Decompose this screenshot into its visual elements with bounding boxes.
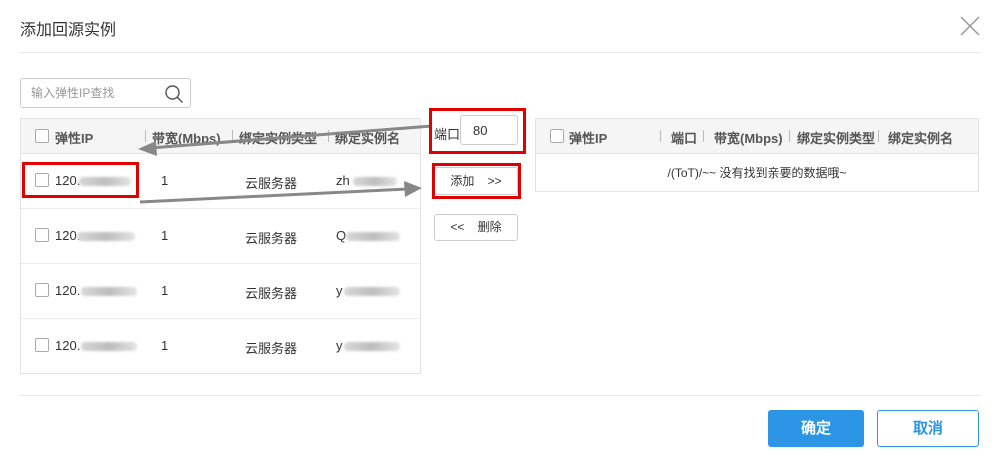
row-checkbox[interactable] <box>35 228 49 242</box>
delete-button[interactable]: << 删除 <box>434 214 518 241</box>
row-eip: 120. <box>55 173 81 188</box>
header-divider <box>20 52 980 53</box>
row-instance-type: 云服务器 <box>245 176 298 191</box>
selected-instances-table: 弹性IP 端口 带宽(Mbps) 绑定实例类型 绑定实例名 /(ToT)/~~ … <box>535 118 979 192</box>
search-box[interactable] <box>20 78 191 108</box>
column-header-instance-name: 绑定实例名 <box>888 131 954 146</box>
add-button[interactable]: 添加 >> <box>434 167 518 195</box>
column-separator <box>328 130 329 142</box>
select-all-checkbox[interactable] <box>550 129 564 143</box>
column-header-bandwidth: 带宽(Mbps) <box>152 131 221 146</box>
column-separator <box>789 130 790 142</box>
redacted-text <box>353 177 397 186</box>
row-instance-name: y <box>336 283 343 298</box>
row-instance-name: Q <box>336 228 347 243</box>
table-header: 弹性IP 带宽(Mbps) 绑定实例类型 绑定实例名 <box>21 119 420 154</box>
port-input[interactable] <box>460 115 518 145</box>
column-separator <box>145 130 146 142</box>
column-header-instance-name: 绑定实例名 <box>335 131 401 146</box>
redacted-text <box>344 287 400 296</box>
row-instance-name: zh <box>336 173 350 188</box>
column-separator <box>660 130 661 142</box>
row-instance-name: y <box>336 338 343 353</box>
row-eip: 120. <box>55 283 81 298</box>
search-input[interactable] <box>31 85 159 101</box>
table-row[interactable]: 120. 1 云服务器 Q <box>21 209 420 264</box>
row-bandwidth: 1 <box>161 338 169 353</box>
redacted-text <box>81 287 137 296</box>
row-bandwidth: 1 <box>161 283 169 298</box>
column-header-bandwidth: 带宽(Mbps) <box>714 131 783 146</box>
footer-divider <box>20 395 980 396</box>
redacted-text <box>346 232 400 241</box>
column-separator <box>703 130 704 142</box>
row-checkbox[interactable] <box>35 283 49 297</box>
column-separator <box>878 130 879 142</box>
search-icon[interactable] <box>164 84 184 104</box>
column-header-eip: 弹性IP <box>569 131 608 146</box>
row-bandwidth: 1 <box>161 173 169 188</box>
row-instance-type: 云服务器 <box>245 341 298 356</box>
empty-state-message: /(ToT)/~~ 没有找到亲要的数据哦~ <box>667 166 847 180</box>
select-all-checkbox[interactable] <box>35 129 49 143</box>
row-checkbox[interactable] <box>35 338 49 352</box>
column-header-port: 端口 <box>671 131 698 146</box>
column-header-instance-type: 绑定实例类型 <box>239 131 318 146</box>
available-instances-table: 弹性IP 带宽(Mbps) 绑定实例类型 绑定实例名 120. 1 云服务器 z… <box>20 118 421 374</box>
redacted-text <box>79 177 131 186</box>
table-row[interactable]: 120. 1 云服务器 y <box>21 264 420 319</box>
table-row[interactable]: 120. 1 云服务器 y <box>21 319 420 373</box>
row-eip: 120. <box>55 338 81 353</box>
table-header: 弹性IP 端口 带宽(Mbps) 绑定实例类型 绑定实例名 <box>536 119 978 154</box>
redacted-text <box>344 342 400 351</box>
row-instance-type: 云服务器 <box>245 231 298 246</box>
cancel-button[interactable]: 取消 <box>877 410 979 447</box>
row-bandwidth: 1 <box>161 228 169 243</box>
confirm-button[interactable]: 确定 <box>768 410 864 447</box>
column-header-eip: 弹性IP <box>55 131 94 146</box>
close-icon[interactable] <box>958 14 982 38</box>
row-checkbox[interactable] <box>35 173 49 187</box>
column-separator <box>232 130 233 142</box>
dialog-title: 添加回源实例 <box>20 22 117 39</box>
table-row[interactable]: 120. 1 云服务器 zh <box>21 154 420 209</box>
column-header-instance-type: 绑定实例类型 <box>797 131 876 146</box>
redacted-text <box>77 232 135 241</box>
row-instance-type: 云服务器 <box>245 286 298 301</box>
redacted-text <box>81 342 137 351</box>
